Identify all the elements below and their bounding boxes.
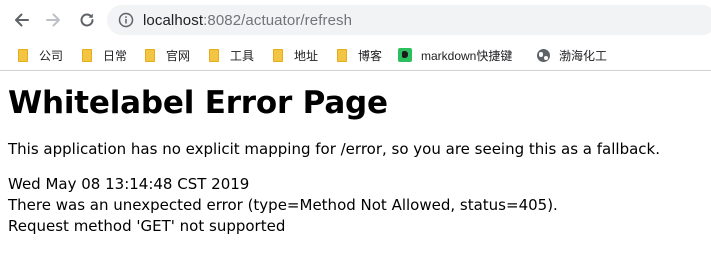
back-button[interactable] — [9, 8, 33, 32]
globe-icon — [536, 48, 550, 62]
bookmark-markdown-shortcuts[interactable]: markdown快捷键 — [398, 46, 512, 64]
forward-button[interactable] — [42, 8, 66, 32]
folder-icon — [207, 48, 221, 62]
info-icon[interactable] — [118, 12, 134, 28]
folder-icon — [335, 48, 349, 62]
bookmark-label: markdown快捷键 — [421, 48, 513, 63]
bookmark-folder-company[interactable]: 公司 — [16, 46, 63, 64]
address-bar[interactable]: localhost:8082/actuator/refresh — [107, 5, 711, 35]
error-type-status: There was an unexpected error (type=Meth… — [8, 196, 558, 214]
evernote-icon — [398, 48, 412, 62]
page-title: Whitelabel Error Page — [8, 85, 388, 121]
error-details: Wed May 08 13:14:48 CST 2019 There was a… — [8, 174, 703, 237]
url-path: :8082/actuator/refresh — [203, 11, 353, 29]
page-content: Whitelabel Error Page This application h… — [0, 84, 711, 237]
error-detail-message: Request method 'GET' not supported — [8, 217, 286, 235]
reload-button[interactable] — [75, 8, 99, 32]
bookmarks-bar: 公司 日常 官网 工具 地址 博客 markdown快捷键 渤海化工 — [0, 40, 711, 71]
bookmark-label: 渤海化工 — [559, 48, 608, 63]
error-timestamp: Wed May 08 13:14:48 CST 2019 — [8, 175, 250, 193]
bookmark-label: 工具 — [230, 48, 255, 63]
browser-toolbar: localhost:8082/actuator/refresh — [0, 0, 711, 40]
bookmark-label: 日常 — [103, 48, 128, 63]
folder-icon — [80, 48, 94, 62]
url-text[interactable]: localhost:8082/actuator/refresh — [143, 12, 352, 29]
folder-icon — [271, 48, 285, 62]
folder-icon — [143, 48, 157, 62]
bookmark-folder-daily[interactable]: 日常 — [80, 46, 127, 64]
reload-icon — [80, 13, 94, 27]
bookmark-label: 博客 — [358, 48, 383, 63]
fallback-message: This application has no explicit mapping… — [8, 140, 660, 158]
folder-icon — [16, 48, 30, 62]
bookmark-folder-official-sites[interactable]: 官网 — [143, 46, 190, 64]
bookmark-folder-addresses[interactable]: 地址 — [271, 46, 318, 64]
url-host: localhost — [143, 11, 204, 29]
bookmark-bohai-chemical[interactable]: 渤海化工 — [536, 46, 607, 64]
bookmark-label: 地址 — [294, 48, 319, 63]
arrow-right-icon — [46, 13, 60, 27]
bookmark-folder-blog[interactable]: 博客 — [335, 46, 382, 64]
bookmark-label: 公司 — [39, 48, 64, 63]
arrow-left-icon — [15, 13, 29, 27]
bookmark-folder-tools[interactable]: 工具 — [207, 46, 254, 64]
bookmark-label: 官网 — [166, 48, 191, 63]
